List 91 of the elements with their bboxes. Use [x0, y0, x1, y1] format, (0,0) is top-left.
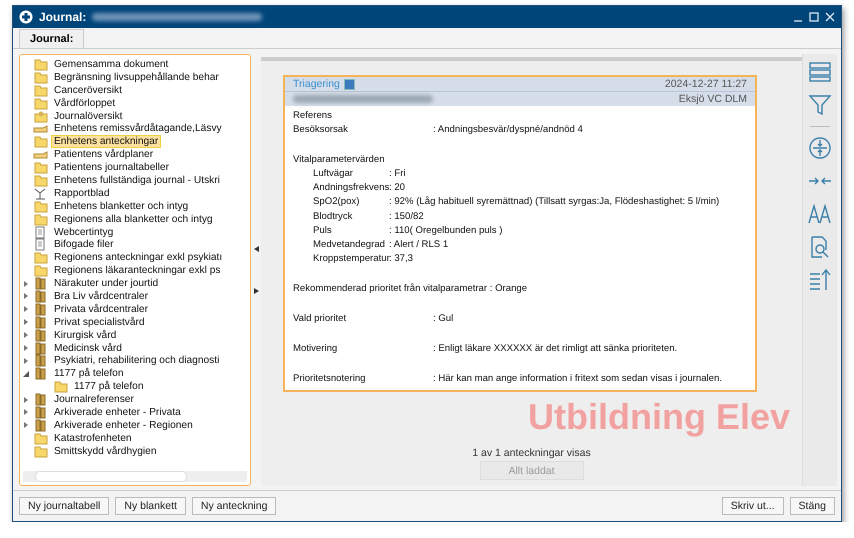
- tree-item[interactable]: Privat specialistvård: [52, 316, 147, 328]
- field-label: Vald prioritet: [293, 312, 348, 326]
- expand-right-icon[interactable]: [254, 288, 258, 294]
- vital-label: Puls: [313, 224, 333, 238]
- tree-item[interactable]: Privata vårdcentraler: [52, 304, 150, 315]
- expand-arrow-icon[interactable]: [22, 344, 30, 352]
- tree-item[interactable]: Enhetens fullständiga journal - Utskri: [52, 174, 222, 186]
- tree-item[interactable]: 1177 på telefon: [52, 368, 126, 380]
- vital-value: : 110( Oregelbunden puls ): [389, 224, 504, 238]
- tree-item[interactable]: Arkiverade enheter - Regionen: [52, 420, 195, 431]
- action-button[interactable]: Ny blankett: [115, 497, 186, 515]
- tree-item[interactable]: Rapportblad: [52, 188, 112, 199]
- action-button[interactable]: Skriv ut...: [722, 497, 784, 515]
- field-label: Motivering: [293, 342, 338, 356]
- tab[interactable]: Journal:: [19, 29, 84, 48]
- expand-arrow-icon[interactable]: [22, 396, 30, 404]
- vital-value: : 150/82: [389, 210, 425, 224]
- expand-arrow-icon[interactable]: [22, 356, 30, 365]
- tree-item[interactable]: 1177 på telefon: [72, 381, 146, 392]
- training-overlay-text: Utbildning Elev: [528, 396, 790, 438]
- tree-item[interactable]: Arkiverade enheter - Privata: [52, 406, 183, 418]
- vital-label: Andningsfrekvens: [313, 181, 389, 196]
- field-value: : Andningsbesvär/dyspné/andnöd 4: [433, 123, 584, 137]
- tree-item[interactable]: Vårdförloppet: [52, 98, 118, 109]
- expand-arrow-icon[interactable]: [22, 292, 30, 300]
- field-value: : Enligt läkare XXXXXX är det rimligt att sänka prioriteten.: [433, 342, 678, 356]
- vital-value: : Fri: [389, 167, 407, 181]
- tree-item[interactable]: Patientens journaltabeller: [52, 162, 171, 174]
- tree-item[interactable]: Canceröversikt: [52, 84, 124, 96]
- tree-item[interactable]: Psykiatri, rehabilitering och diagnosti: [52, 355, 222, 366]
- vital-label: SpO2(pox): [313, 195, 360, 210]
- close-button[interactable]: [825, 12, 835, 22]
- filter-icon[interactable]: [808, 93, 832, 117]
- collapse-left-icon[interactable]: [254, 246, 258, 252]
- tree-item[interactable]: Regionens läkaranteckningar exkl ps: [52, 265, 222, 276]
- expand-arrow-icon[interactable]: [22, 421, 30, 430]
- font-size-icon[interactable]: [808, 202, 832, 226]
- expand-arrow-icon[interactable]: [22, 408, 30, 416]
- tree-item[interactable]: Katastrofenheten: [52, 432, 134, 444]
- tree-item[interactable]: Medicinsk vård: [52, 342, 124, 354]
- field-label: Prioritetsnotering: [293, 372, 367, 386]
- horizontal-scrollbar[interactable]: [23, 471, 247, 482]
- expand-arrow-icon[interactable]: [22, 331, 30, 340]
- tree-item[interactable]: Webcertintyg: [52, 226, 116, 238]
- note-count: 1 av 1 anteckningar visas: [472, 447, 591, 459]
- field-value: : Gul: [433, 312, 454, 326]
- tree-item[interactable]: Regionens alla blanketter och intyg: [52, 214, 215, 225]
- tree-item[interactable]: Närakuter under jourtid: [52, 278, 160, 290]
- expand-arrow-icon[interactable]: [22, 305, 30, 314]
- tree-item[interactable]: Begränsning livsuppehållande behar: [52, 72, 221, 83]
- window-title: Journal:: [39, 10, 86, 24]
- note-timestamp: 2024-12-27 11:27: [664, 78, 747, 90]
- vital-label: Medvetandegrad: [313, 238, 386, 252]
- field-value: : Här kan man ange information i fritext som sedan visas i journalen.: [433, 372, 724, 386]
- tree-item[interactable]: Regionens anteckningar exkl psykiatı: [52, 252, 224, 264]
- tree-item[interactable]: Gemensamma dokument: [52, 58, 170, 70]
- person-folder-icon: [33, 110, 49, 123]
- action-button[interactable]: Ny anteckning: [192, 497, 276, 515]
- vital-value: : 20: [389, 181, 406, 196]
- vital-label: Kroppstemperatur: [313, 252, 389, 266]
- vital-label: Blodtryck: [313, 210, 354, 224]
- sort-up-icon[interactable]: [808, 268, 832, 292]
- expand-arrow-icon[interactable]: [22, 318, 30, 326]
- tree-item[interactable]: Bifogade filer: [52, 239, 116, 250]
- expand-circle-icon[interactable]: [808, 136, 832, 160]
- app-cross-icon: [19, 10, 33, 24]
- vital-value: : Alert / RLS 1: [389, 238, 450, 252]
- note-line: Referens: [293, 109, 333, 123]
- vital-label: Luftvägar: [313, 167, 354, 181]
- field-label: Besöksorsak: [293, 123, 349, 137]
- note-unit: Eksjö VC DLM: [678, 93, 747, 105]
- open-link-icon[interactable]: [344, 78, 355, 90]
- group-heading: Vitalparametervärden: [293, 153, 386, 167]
- tree-item[interactable]: Smittskydd vårdhygien: [52, 446, 158, 457]
- vital-value: : 37,3: [389, 252, 414, 266]
- maximize-button[interactable]: [809, 12, 819, 22]
- tree-item[interactable]: Patientens vårdplaner: [52, 149, 156, 160]
- tree-item[interactable]: Enhetens anteckningar: [52, 136, 160, 148]
- tree-item[interactable]: Kirurgisk vård: [52, 330, 118, 341]
- expand-arrow-icon[interactable]: [22, 280, 30, 288]
- action-button[interactable]: Stäng: [790, 497, 835, 515]
- tree-item[interactable]: Journalreferenser: [52, 394, 136, 406]
- action-button[interactable]: Ny journaltabell: [19, 497, 110, 515]
- list-view-icon[interactable]: [808, 60, 832, 84]
- tree-item[interactable]: Enhetens remissvårdåtagande,Läsvy: [52, 123, 224, 134]
- tree-item[interactable]: Enhetens blanketter och intyg: [52, 200, 190, 212]
- tree-item[interactable]: Journalöversikt: [52, 110, 125, 122]
- vital-value: : 92% (Låg habituell syremättnad) (Tillsatt syrgas:Ja, Flödeshastighet: 5 l/min): [389, 195, 720, 210]
- collapse-arrow-icon[interactable]: [22, 370, 30, 378]
- note-line: Rekommenderad prioritet från vitalparametrar : Orange: [293, 282, 528, 296]
- tree-item[interactable]: Bra Liv vårdcentraler: [52, 290, 150, 302]
